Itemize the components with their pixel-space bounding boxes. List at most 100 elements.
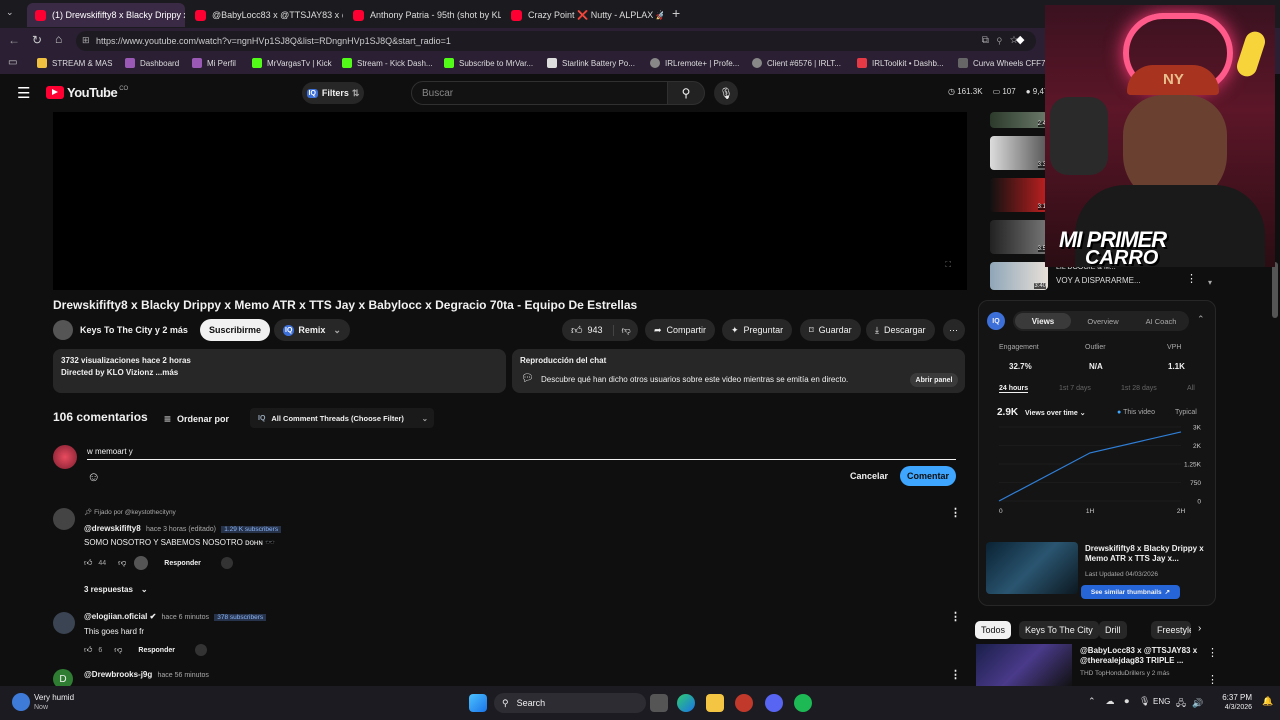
related-video-thumb[interactable]: [976, 644, 1072, 686]
related-video-title[interactable]: VOY A DISPARARME...: [1056, 276, 1141, 285]
comment-avatar[interactable]: [53, 508, 75, 530]
filters-button[interactable]: IQ Filters ⇅: [302, 82, 364, 104]
chip-all[interactable]: Todos: [975, 621, 1012, 639]
start-icon[interactable]: [469, 694, 487, 712]
open-chat-panel-button[interactable]: Abrir panel: [910, 373, 958, 387]
video-player[interactable]: ⛶: [53, 112, 967, 290]
collapse-icon[interactable]: ⌃: [1197, 314, 1205, 325]
reply-button[interactable]: Responder: [138, 647, 175, 654]
comment-author[interactable]: @Drewbrooks-j9g: [84, 670, 152, 679]
address-bar[interactable]: ⊞ https://www.youtube.com/watch?v=ngnHVp…: [76, 31, 1036, 51]
bookmark[interactable]: Subscribe to MrVar...: [444, 58, 533, 68]
reload-icon[interactable]: ↻: [32, 33, 42, 47]
comment-time[interactable]: hace 56 minutos: [158, 672, 209, 679]
views-metric-select[interactable]: Views over time ⌄: [1025, 409, 1086, 417]
cancel-button[interactable]: Cancelar: [842, 466, 896, 486]
system-tray-icons[interactable]: ⌃☁⏺🎙: [1088, 696, 1160, 707]
spotify-icon[interactable]: [794, 694, 812, 712]
channel-avatar[interactable]: [53, 320, 73, 340]
download-button[interactable]: ⤓ Descargar: [866, 319, 935, 341]
submit-comment-button[interactable]: Comentar: [900, 466, 956, 486]
thumbs-down-icon[interactable]: 👎︎: [114, 645, 122, 655]
back-icon[interactable]: ←: [8, 33, 20, 47]
comment-menu-icon[interactable]: ⋮: [950, 610, 961, 623]
video-thumbnail-preview[interactable]: [986, 542, 1078, 594]
browser-tab-1[interactable]: (1) Drewskififty8 x Blacky Drippy x ✕: [27, 3, 185, 27]
app-icon[interactable]: [735, 694, 753, 712]
comment-input[interactable]: w memoart y: [87, 447, 956, 460]
weather-title[interactable]: Very humid: [34, 693, 74, 702]
bookmark[interactable]: MrVargasTv | Kick: [252, 58, 332, 68]
bookmark[interactable]: Curva Wheels CFF76: [958, 58, 1050, 68]
comment-avatar[interactable]: [53, 612, 75, 634]
related-video-thumb[interactable]: 3:1: [990, 178, 1048, 212]
bookmark[interactable]: Dashboard: [125, 58, 179, 68]
search-button[interactable]: ⚲: [667, 81, 705, 105]
task-view-icon[interactable]: [650, 694, 668, 712]
channel-name[interactable]: Keys To The City y 2 más: [80, 325, 188, 335]
comment-menu-icon[interactable]: ⋮: [950, 668, 961, 681]
file-explorer-icon[interactable]: [706, 694, 724, 712]
more-actions-button[interactable]: ⋯: [943, 319, 965, 341]
new-tab-icon[interactable]: +: [672, 5, 680, 21]
clock-time[interactable]: 6:37 PM: [1222, 693, 1252, 702]
chip-freestyle[interactable]: Freestyle ra: [1151, 621, 1191, 639]
sidebar-scrollbar[interactable]: [1272, 262, 1278, 318]
related-video-channel[interactable]: THD TopHonduDrillers y 2 más: [1080, 670, 1169, 677]
chip-keys-to-the-city[interactable]: Keys To The City: [1019, 621, 1099, 639]
bookmark[interactable]: Client #6576 | IRLT...: [752, 58, 841, 68]
taskbar-search[interactable]: ⚲ Search: [494, 693, 646, 713]
bookmark-folder[interactable]: STREAM & MAS: [37, 58, 112, 68]
home-icon[interactable]: ⌂: [55, 32, 62, 46]
thumbs-up-icon[interactable]: 👍︎: [84, 645, 92, 655]
related-video-menu-icon[interactable]: ⋮: [1186, 272, 1197, 285]
chevron-down-icon[interactable]: ▾: [1208, 278, 1212, 287]
browser-tab-2[interactable]: @BabyLocc83 x @TTSJAY83 x @th ✕: [187, 3, 343, 27]
comment-time[interactable]: hace 6 minutos: [162, 614, 209, 621]
bookmark[interactable]: IRLToolkit • Dashb...: [857, 58, 944, 68]
thumbs-down-icon[interactable]: 👎︎: [118, 558, 126, 568]
description-box[interactable]: 3732 visualizaciones hace 2 horas Direct…: [53, 349, 506, 393]
edge-icon[interactable]: [677, 694, 695, 712]
tab-list-icon[interactable]: ⌄: [6, 7, 20, 21]
thumbs-up-icon[interactable]: 👍︎: [84, 558, 92, 568]
share-button[interactable]: ➦ Compartir: [645, 319, 716, 341]
related-video-menu-icon[interactable]: ⋮: [1207, 646, 1218, 659]
sort-button[interactable]: ≡ Ordenar por: [164, 412, 229, 426]
network-volume-icons[interactable]: 🖧🔊: [1176, 696, 1209, 712]
bookmark[interactable]: Stream - Kick Dash...: [342, 58, 433, 68]
voice-search-button[interactable]: 🎙: [714, 81, 738, 105]
discord-icon[interactable]: [765, 694, 783, 712]
clock-date[interactable]: 4/3/2026: [1214, 704, 1252, 711]
range-24h[interactable]: 24 hours: [999, 385, 1029, 393]
sidebar-toggle-icon[interactable]: ▭: [8, 57, 17, 68]
site-info-icon[interactable]: ⊞: [82, 35, 90, 46]
comment-author[interactable]: @drewskififty8: [84, 524, 141, 533]
chip-drill[interactable]: Drill: [1099, 621, 1127, 639]
chevron-right-icon[interactable]: ›: [1198, 623, 1201, 634]
tab-ai-coach[interactable]: AI Coach: [1133, 313, 1189, 329]
view-replies-button[interactable]: 3 respuestas ⌄: [84, 585, 148, 594]
see-similar-thumbnails-button[interactable]: See similar thumbnails ↗: [1081, 585, 1180, 599]
comment-tool-icon[interactable]: [194, 644, 207, 656]
comment-filter-select[interactable]: IQ All Comment Threads (Choose Filter) ⌄: [250, 408, 434, 428]
related-video-thumb[interactable]: 3:5: [990, 220, 1048, 254]
range-28d[interactable]: 1st 28 days: [1121, 385, 1157, 392]
save-button[interactable]: ⌑ Guardar: [800, 319, 861, 341]
related-video-thumb[interactable]: 3:40: [990, 262, 1048, 290]
bookmark[interactable]: Mi Perfil: [192, 58, 236, 68]
comment-time[interactable]: hace 3 horas (editado): [146, 526, 216, 533]
menu-icon[interactable]: ☰: [17, 84, 30, 102]
language-indicator[interactable]: ENG: [1153, 697, 1170, 706]
range-all[interactable]: All: [1187, 385, 1195, 392]
browser-tab-4[interactable]: Crazy Point ❌ Nutty - ALPLAX 🚀 ✕: [503, 3, 663, 27]
youtube-logo[interactable]: YouTube CO: [46, 85, 128, 100]
bookmark[interactable]: IRLremote+ | Profe...: [650, 58, 739, 68]
related-video-title[interactable]: @BabyLocc83 x @TTSJAY83 x @therealejdag8…: [1080, 646, 1198, 666]
range-7d[interactable]: 1st 7 days: [1059, 385, 1091, 392]
related-video-thumb[interactable]: 2:4: [990, 112, 1048, 128]
reply-button[interactable]: Responder: [164, 560, 201, 567]
like-button[interactable]: 👍︎ 943 👎︎: [562, 319, 638, 341]
related-video-thumb[interactable]: 3:3: [990, 136, 1048, 170]
comment-author[interactable]: @elogiian.oficial ✔: [84, 612, 156, 621]
